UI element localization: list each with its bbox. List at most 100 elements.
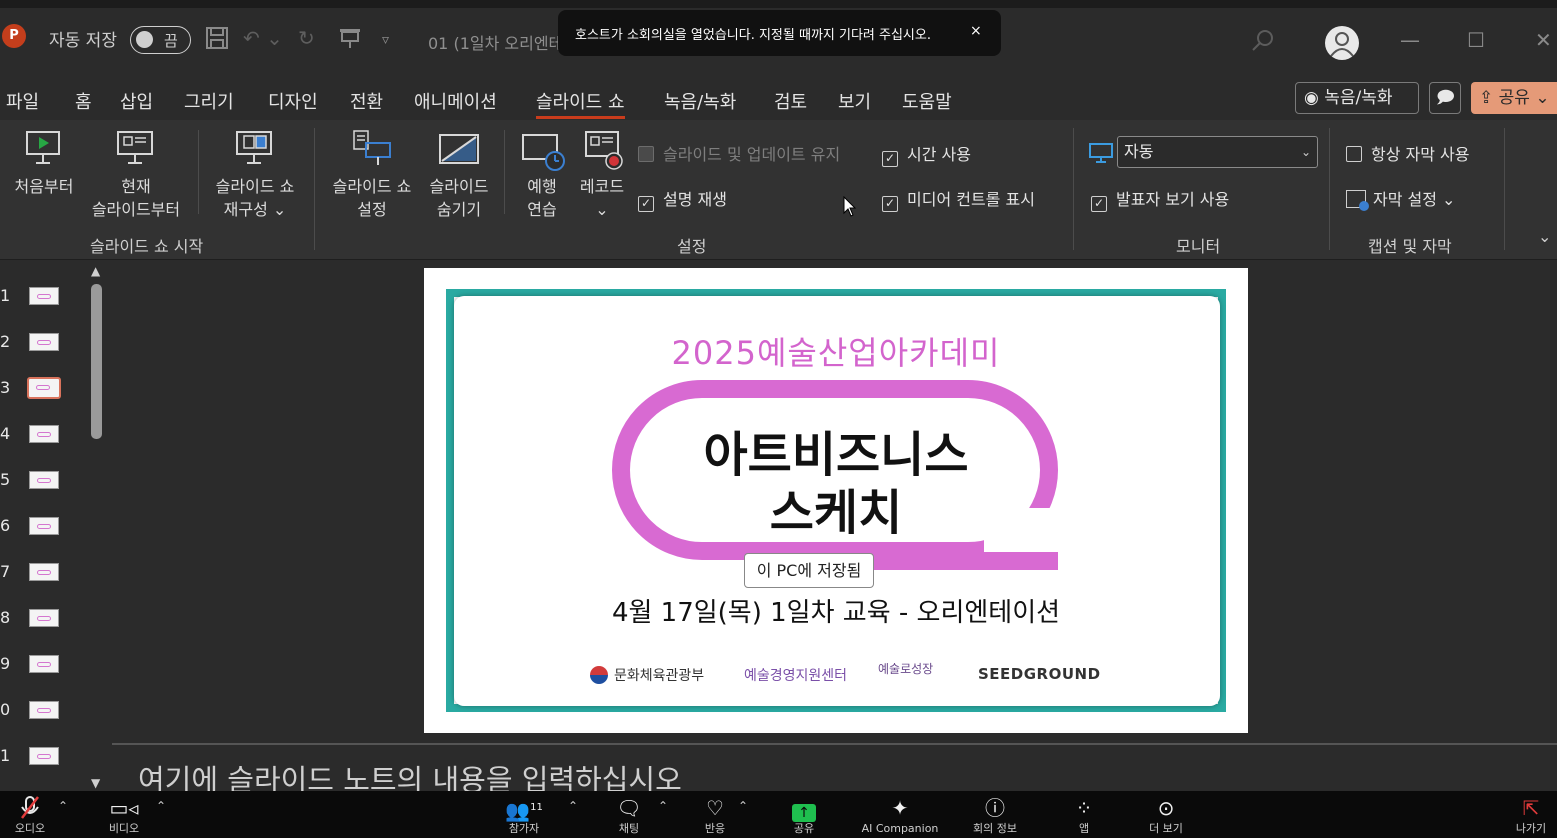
tab-insert[interactable]: 삽입 (120, 88, 153, 114)
video-button[interactable]: ▭◃ 비디오 (98, 791, 150, 838)
autosave-toggle[interactable]: 끔 (130, 26, 191, 54)
comments-icon[interactable]: 🗩 (1429, 82, 1461, 114)
thumbnail-number: 8 (0, 608, 11, 627)
ribbon-collapse-button[interactable]: ⌄ (1538, 227, 1551, 246)
meeting-info-button[interactable]: ⓘ 회의 정보 (964, 791, 1026, 838)
slide-thumbnail[interactable] (29, 333, 59, 351)
scroll-up-icon[interactable]: ▲ (91, 264, 100, 278)
from-beginning-button[interactable]: 처음부터 (6, 175, 82, 198)
separator (1329, 128, 1330, 250)
tab-draw[interactable]: 그리기 (184, 88, 234, 114)
tab-home[interactable]: 홈 (75, 88, 92, 114)
leave-button[interactable]: ⇱ 나가기 (1506, 791, 1556, 838)
ai-companion-label: AI Companion (861, 822, 939, 835)
play-narrations-label: 설명 재생 (663, 190, 727, 209)
slide-thumbnail[interactable] (29, 701, 59, 719)
hide-slide-icon[interactable] (438, 133, 480, 171)
powerpoint-logo-icon: P (2, 24, 26, 48)
app-window: P 자동 저장 끔 ↶ ⌄ ↻ ▿ 01 (1일차 오리엔테이션) 아트비즈니스… (0, 0, 1557, 838)
tab-help[interactable]: 도움말 (902, 88, 952, 114)
participants-options-caret[interactable]: ⌃ (568, 799, 578, 813)
from-beginning-icon[interactable] (24, 129, 62, 171)
tab-slideshow[interactable]: 슬라이드 쇼 (536, 88, 625, 119)
monitor-select[interactable]: 자동 ⌄ (1117, 136, 1318, 168)
always-subtitles-checkbox[interactable]: 항상 자막 사용 (1346, 141, 1470, 165)
thumbnail-number: 4 (0, 424, 11, 443)
more-button[interactable]: ⊙ 더 보기 (1140, 791, 1192, 838)
hide-slide-button[interactable]: 슬라이드 숨기기 (420, 175, 498, 221)
chat-options-caret[interactable]: ⌃ (658, 799, 668, 813)
scroll-down-icon[interactable]: ▼ (91, 776, 100, 790)
monitor-icon (1089, 143, 1113, 167)
record-slideshow-button[interactable]: 레코드 ⌄ (574, 175, 630, 221)
slide-thumbnail[interactable] (29, 747, 59, 765)
tab-transitions[interactable]: 전환 (350, 88, 383, 114)
tab-animations[interactable]: 애니메이션 (414, 88, 497, 114)
record-slideshow-icon[interactable] (584, 130, 626, 176)
save-icon[interactable] (205, 26, 229, 55)
tab-design[interactable]: 디자인 (268, 88, 318, 114)
rehearse-button[interactable]: 예행 연습 (515, 175, 569, 221)
top-strip (0, 0, 1557, 8)
reactions-options-caret[interactable]: ⌃ (738, 799, 748, 813)
slide-thumbnail[interactable] (29, 517, 59, 535)
slide-thumbnail[interactable] (29, 425, 59, 443)
use-timings-checkbox[interactable]: ✓ 시간 사용 (882, 141, 971, 167)
video-options-caret[interactable]: ⌃ (156, 799, 166, 813)
apps-button[interactable]: ⁘ 앱 (1062, 791, 1106, 838)
tab-recording[interactable]: 녹음/녹화 (664, 88, 736, 114)
checkbox-checked: ✓ (882, 196, 898, 212)
subtitle-settings-button[interactable]: 자막 설정 ⌄ (1346, 186, 1455, 211)
tab-view[interactable]: 보기 (838, 88, 871, 114)
undo-icon[interactable]: ↶ ⌄ (243, 26, 283, 50)
thumbnail-number: 9 (0, 654, 11, 673)
close-button[interactable]: ✕ (1535, 28, 1552, 52)
from-current-button[interactable]: 현재 슬라이드부터 (84, 175, 188, 221)
reactions-button[interactable]: ♡ 반응 (690, 791, 740, 838)
thumbnail-number: 3 (0, 378, 11, 397)
slide-thumbnail[interactable] (29, 655, 59, 673)
play-narrations-checkbox[interactable]: ✓ 설명 재생 (638, 186, 727, 212)
media-controls-checkbox[interactable]: ✓ 미디어 컨트롤 표시 (882, 186, 1035, 212)
from-current-icon[interactable] (115, 129, 155, 171)
thumbnail-scrollbar[interactable] (91, 284, 102, 439)
chat-button[interactable]: 🗨 채팅 (604, 791, 654, 838)
presenter-view-checkbox[interactable]: ✓ 발표자 보기 사용 (1091, 186, 1229, 212)
setup-show-icon[interactable] (352, 129, 392, 171)
custom-show-icon[interactable] (234, 129, 274, 171)
slide-thumbnail[interactable] (29, 563, 59, 581)
slide-thumbnail[interactable] (29, 287, 59, 305)
tab-review[interactable]: 검토 (774, 88, 807, 114)
search-icon[interactable] (1250, 28, 1276, 54)
present-icon[interactable] (338, 26, 362, 55)
record-button[interactable]: ◉ 녹음/녹화 (1295, 82, 1419, 114)
media-controls-label: 미디어 컨트롤 표시 (907, 190, 1035, 209)
account-avatar[interactable] (1325, 26, 1359, 60)
thumbnail-preview (36, 385, 50, 390)
notification-close-button[interactable]: × (970, 23, 982, 39)
logo-mcst-text: 문화체육관광부 (614, 668, 705, 684)
current-slide[interactable]: 2025예술산업아카데미 아트비즈니스 스케치 4월 17일(목) 1일차 교육… (424, 268, 1248, 733)
slide-thumbnail[interactable] (29, 609, 59, 627)
redo-icon[interactable]: ↻ (298, 26, 315, 50)
customize-qat-icon[interactable]: ▿ (382, 32, 389, 48)
minimize-button[interactable]: — (1400, 28, 1420, 52)
audio-button[interactable]: 오디오 (2, 791, 58, 838)
slide-main-title: 아트비즈니스 스케치 (424, 426, 1248, 542)
share-screen-button[interactable]: ↑ 공유 (780, 791, 828, 838)
audio-options-caret[interactable]: ⌃ (58, 799, 68, 813)
tab-file[interactable]: 파일 (6, 88, 39, 114)
group-label-captions: 캡션 및 자막 (1368, 237, 1452, 256)
rehearse-icon[interactable] (521, 133, 565, 177)
ai-companion-button[interactable]: ✦ AI Companion (856, 791, 944, 838)
notes-pane[interactable]: 여기에 슬라이드 노트의 내용을 입력하십시오 (112, 743, 1557, 797)
slide-thumbnail[interactable] (27, 377, 61, 399)
share-button[interactable]: ⇪ 공유 ⌄ (1471, 82, 1557, 114)
logo-mcst: 문화체육관광부 (590, 665, 704, 685)
heart-icon: ♡ (706, 796, 724, 820)
maximize-button[interactable]: ☐ (1467, 28, 1485, 52)
custom-show-button[interactable]: 슬라이드 쇼 재구성 ⌄ (205, 175, 305, 221)
slide-thumbnail[interactable] (29, 471, 59, 489)
setup-show-button[interactable]: 슬라이드 쇼 설정 (324, 175, 420, 221)
participants-button[interactable]: 👥11 참가자 (494, 791, 554, 838)
